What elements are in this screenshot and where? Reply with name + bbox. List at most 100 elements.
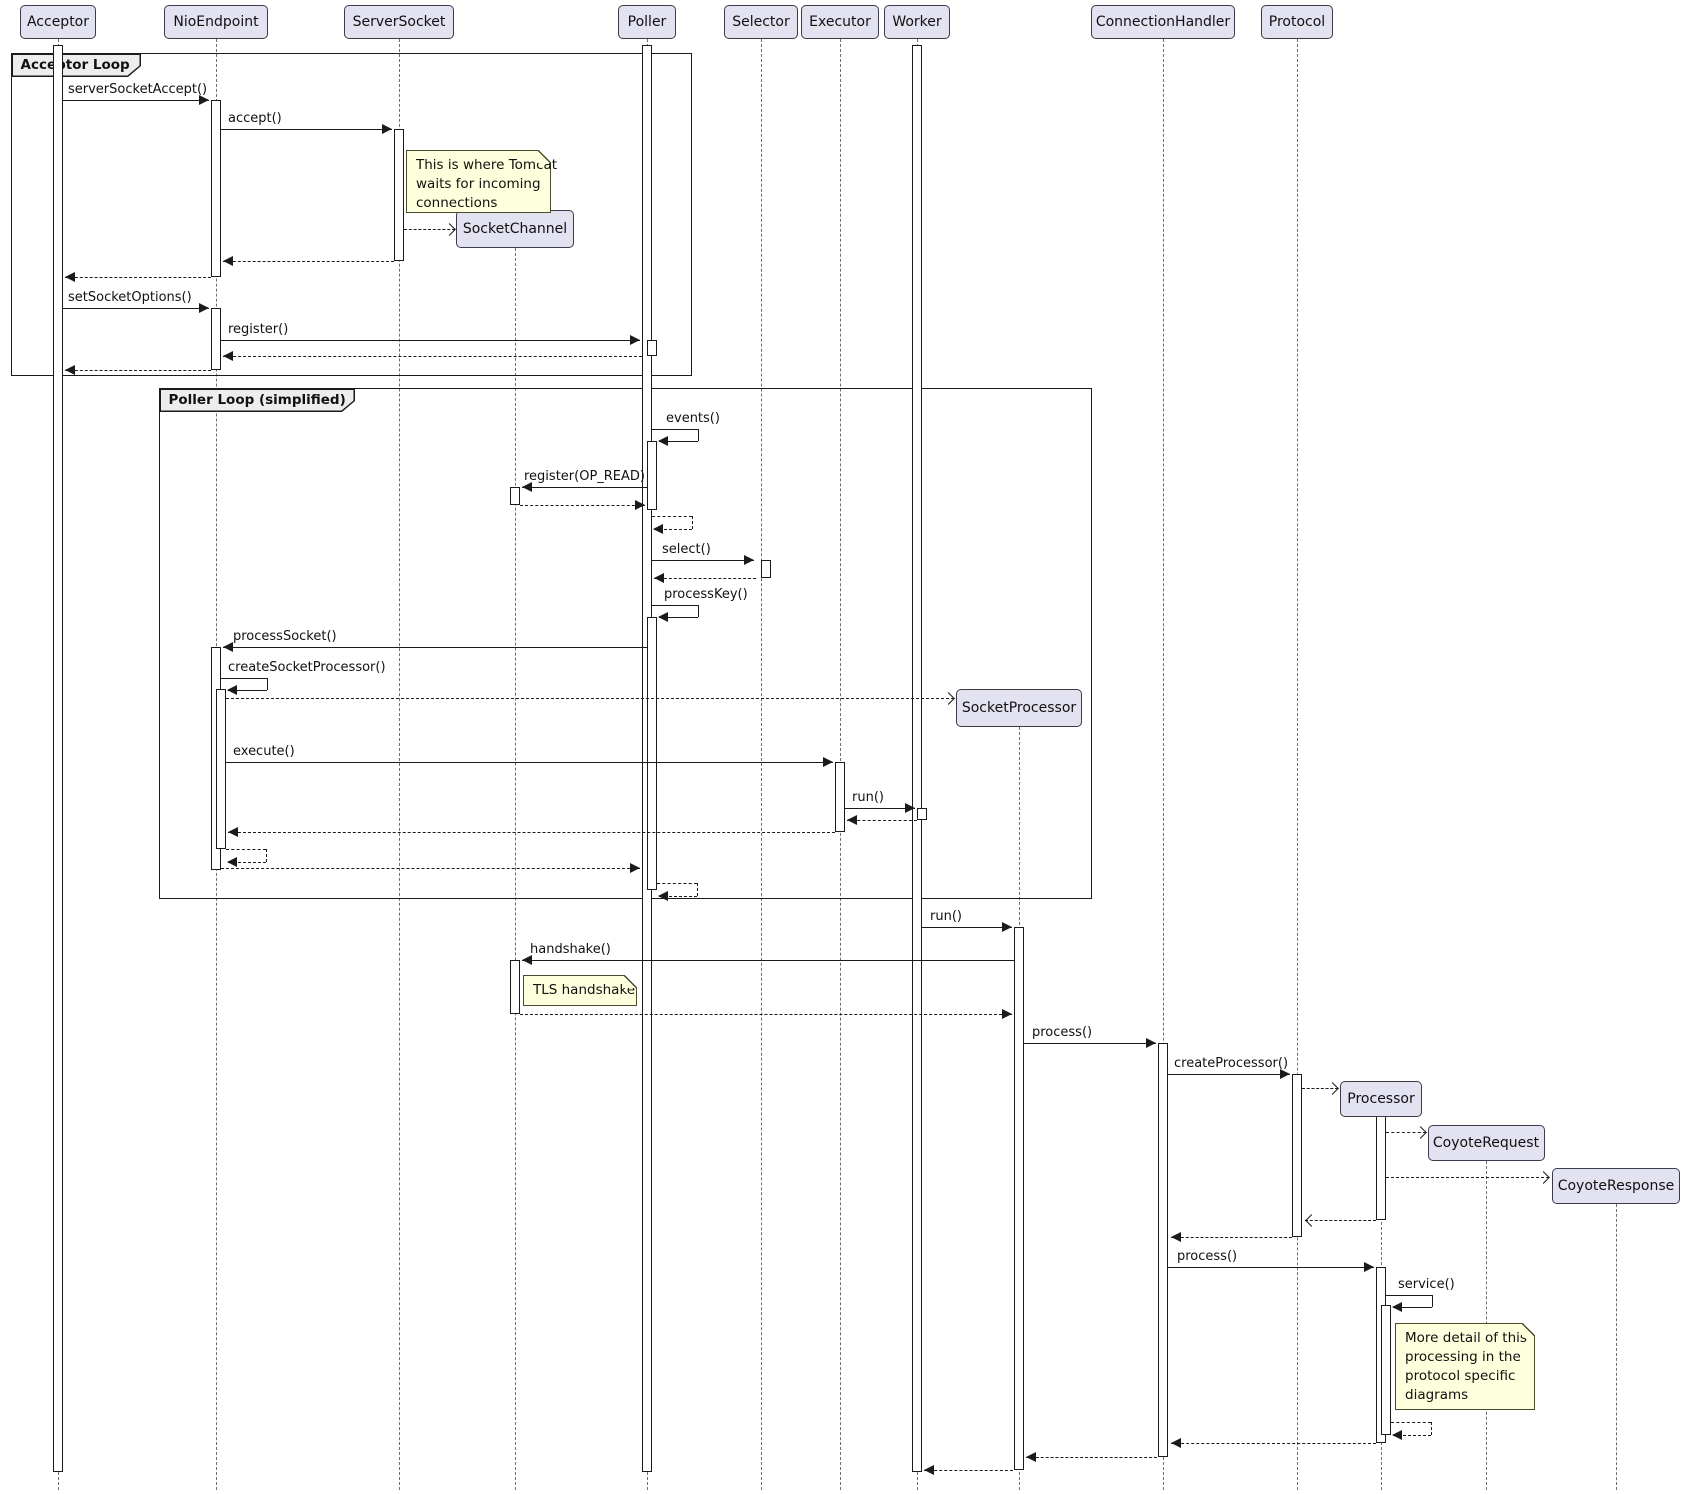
message-label: run() [930,909,962,924]
message-line [1386,1295,1432,1296]
message-line [65,370,211,371]
participant-box-processor: Processor [1340,1081,1422,1117]
message-line [228,832,835,833]
note-text-line: This is where Tomcat [416,156,541,175]
activation-bar [211,100,221,277]
arrowhead-icon [223,351,233,361]
arrowhead-icon [924,1465,934,1475]
frame-label: Poller Loop (simplified) [159,388,355,412]
message-line [266,849,267,862]
message-line [652,605,698,606]
participant-box-socketprocessor: SocketProcessor [956,689,1082,727]
arrowhead-open-icon [1305,1214,1318,1227]
activation-bar [1014,927,1024,1470]
message-label: processSocket() [233,629,337,644]
arrowhead-icon [65,365,75,375]
message-line [692,516,693,529]
message-label: events() [666,411,720,426]
message-label: execute() [233,744,295,759]
message-line [226,849,266,850]
message-line [657,883,697,884]
note-fold-icon [1522,1323,1535,1336]
arrowhead-icon [1392,1302,1402,1312]
participant-box-nioendpoint: NioEndpoint [164,5,268,39]
arrowhead-icon [635,500,645,510]
activation-bar [510,960,520,1014]
message-line [522,960,1014,961]
activation-bar [510,487,520,505]
arrowhead-icon [905,803,915,813]
sequence-diagram: Acceptor Loop Poller Loop (simplified) ser… [0,0,1682,1495]
message-line [221,129,392,130]
message-label: service() [1398,1277,1455,1292]
activation-bar [216,689,226,849]
participant-box-connectionhandler: ConnectionHandler [1091,5,1235,39]
arrowhead-icon [1171,1438,1181,1448]
message-line [226,762,833,763]
lifeline [1297,39,1298,1490]
message-line [697,883,698,896]
note-fold-icon [624,975,637,988]
message-line [924,1470,1013,1471]
message-line [652,429,698,430]
arrowhead-icon [65,272,75,282]
message-line [1024,1043,1156,1044]
frame [11,53,692,376]
arrowhead-icon [823,757,833,767]
arrowhead-icon [1171,1232,1181,1242]
message-line [223,261,394,262]
activation-bar [647,617,657,890]
activation-bar [1292,1074,1302,1237]
message-line [522,487,647,488]
arrowhead-open-icon [1537,1171,1550,1184]
arrowhead-icon [223,642,233,652]
activation-bar [647,340,657,356]
arrowhead-icon [228,827,238,837]
frame-label-text: Poller Loop (simplified) [161,390,354,411]
note-text-line: waits for incoming [416,175,541,194]
arrowhead-icon [1392,1430,1402,1440]
message-line [63,100,209,101]
arrowhead-icon [199,303,209,313]
message-label: createProcessor() [1174,1056,1288,1071]
activation-bar [394,129,404,261]
message-label: register(OP_READ) [524,469,645,484]
arrowhead-icon [658,436,668,446]
arrowhead-icon [847,815,857,825]
message-line [223,647,647,648]
message-line [223,356,642,357]
activation-bar [1376,1116,1386,1220]
activation-bar [1158,1043,1168,1457]
note-text-line: protocol specific [1405,1367,1525,1386]
activation-bar [761,560,771,578]
message-line [226,698,954,699]
arrowhead-icon [1364,1262,1374,1272]
message-label: process() [1177,1249,1237,1264]
message-line [221,678,267,679]
message-line [652,560,754,561]
message-label: accept() [228,111,282,126]
message-line [1386,1177,1549,1178]
participant-box-poller: Poller [618,5,676,39]
arrowhead-icon [1026,1452,1036,1462]
arrowhead-icon [630,335,640,345]
arrowhead-icon [654,573,664,583]
activation-bar [1381,1305,1391,1435]
participant-box-selector: Selector [724,5,798,39]
message-label: handshake() [530,942,611,957]
message-label: createSocketProcessor() [228,660,386,675]
message-line [698,429,699,441]
frame-label-text: Acceptor Loop [13,55,140,76]
arrowhead-icon [227,857,237,867]
note-text-line: TLS handshake [533,981,627,1000]
message-line [1431,1422,1432,1435]
note: TLS handshake [523,975,637,1006]
message-line [1391,1422,1431,1423]
note: This is where Tomcatwaits for incomingco… [406,150,551,213]
note-text-line: connections [416,194,541,213]
message-label: process() [1032,1025,1092,1040]
activation-bar [211,308,221,370]
participant-box-executor: Executor [801,5,879,39]
message-label: run() [852,790,884,805]
message-line [922,927,1012,928]
